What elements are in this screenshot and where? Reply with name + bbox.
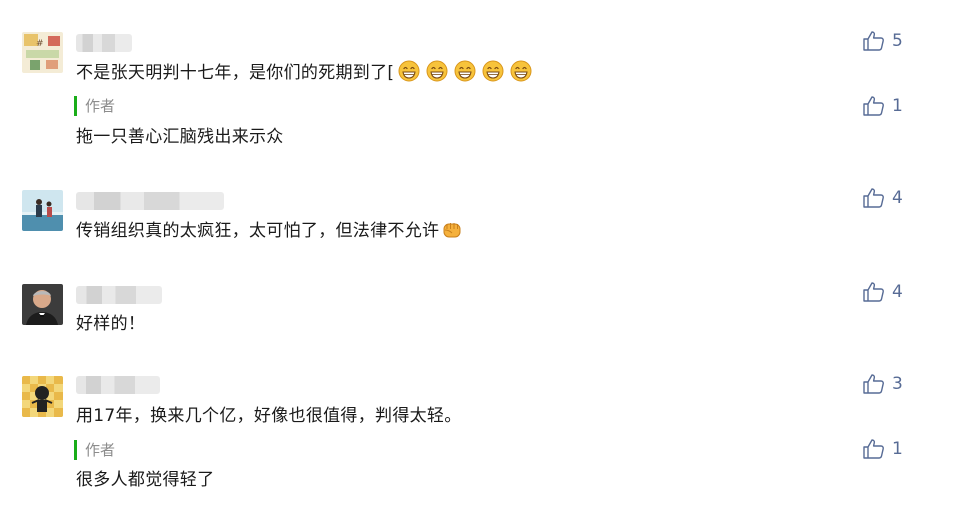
username-blurred xyxy=(76,376,160,394)
fist-emoji-icon xyxy=(443,223,461,238)
username-blurred xyxy=(76,192,224,210)
like-count: 4 xyxy=(892,282,903,302)
author-reply-text: 很多人都觉得轻了 xyxy=(76,470,215,490)
comment-text: 不是张天明判十七年，是你们的死期到了[ xyxy=(76,60,532,85)
reply-like-button[interactable]: 1 xyxy=(862,94,903,118)
grin-emoji-icon xyxy=(426,60,448,82)
thumbs-up-icon xyxy=(863,374,884,394)
thumbs-up-icon xyxy=(863,96,884,116)
like-count: 3 xyxy=(892,374,903,394)
like-count: 5 xyxy=(892,31,903,51)
grin-emoji-icon xyxy=(482,60,504,82)
author-reply-tag: 作者 xyxy=(74,440,115,460)
like-button[interactable]: 4 xyxy=(862,280,903,304)
author-reply-tag: 作者 xyxy=(74,96,115,116)
comment-text: 传销组织真的太疯狂，太可怕了，但法律不允许 xyxy=(76,218,463,243)
like-button[interactable]: 4 xyxy=(862,186,903,210)
author-reply-text: 拖一只善心汇脑残出来示众 xyxy=(76,127,284,147)
thumbs-up-icon xyxy=(863,439,884,459)
grin-emoji-icon xyxy=(454,60,476,82)
avatar[interactable]: # xyxy=(22,32,63,73)
comment-text: 用17年，换来几个亿，好像也很值得，判得太轻。 xyxy=(76,406,462,426)
thumbs-up-icon xyxy=(863,282,884,302)
like-button[interactable]: 3 xyxy=(862,372,903,396)
avatar[interactable] xyxy=(22,376,63,417)
reply-like-button[interactable]: 1 xyxy=(862,437,903,461)
thumbs-up-icon xyxy=(863,188,884,208)
username-blurred xyxy=(76,34,132,52)
grin-emoji-icon xyxy=(510,60,532,82)
comment-text: 好样的！ xyxy=(76,314,146,334)
like-count: 1 xyxy=(892,439,903,459)
grin-emoji-icon xyxy=(398,60,420,82)
username-blurred xyxy=(76,286,162,304)
like-button[interactable]: 5 xyxy=(862,29,903,53)
like-count: 1 xyxy=(892,96,903,116)
avatar[interactable] xyxy=(22,190,63,231)
svg-text:#: # xyxy=(36,39,44,49)
like-count: 4 xyxy=(892,188,903,208)
thumbs-up-icon xyxy=(863,31,884,51)
avatar[interactable] xyxy=(22,284,63,325)
